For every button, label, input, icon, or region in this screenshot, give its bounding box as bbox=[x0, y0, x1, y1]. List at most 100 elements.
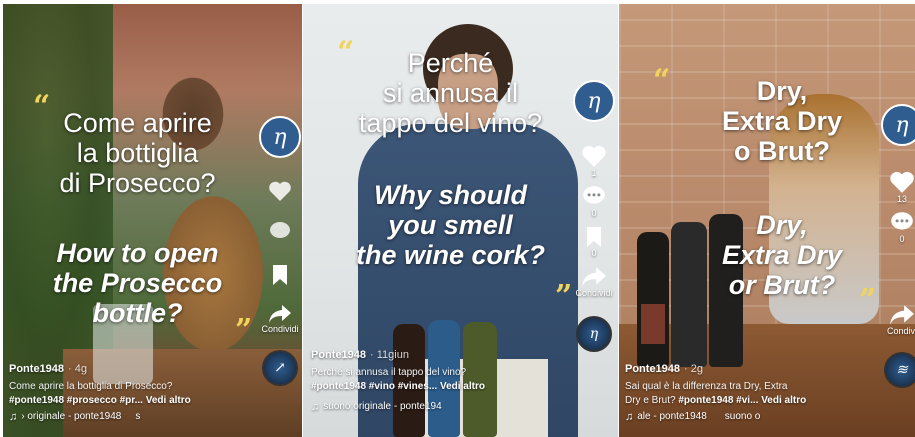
video-panel-1[interactable]: “ Come aprire la bottiglia di Prosecco? … bbox=[3, 4, 302, 437]
post-time: · 4g bbox=[68, 363, 87, 375]
bottle-label bbox=[641, 304, 665, 344]
music-disc[interactable]: ↗ bbox=[262, 350, 298, 386]
post-time: · 2g bbox=[684, 363, 703, 375]
overlay-line: How to open bbox=[56, 238, 219, 268]
video-info: Ponte1948 · 4g Come aprire la bottiglia d… bbox=[9, 362, 254, 424]
share-button[interactable]: Condivi bbox=[887, 304, 915, 336]
share-label: Condividi bbox=[261, 324, 299, 334]
disc-logo-icon: ≋ bbox=[896, 362, 908, 378]
overlay-line: la bottiglia bbox=[76, 138, 199, 168]
like-button[interactable]: 13 bbox=[889, 170, 915, 204]
heart-icon bbox=[269, 181, 291, 201]
overlay-line: or Brut? bbox=[728, 270, 836, 300]
share-label: Condivi bbox=[886, 326, 915, 336]
sound-name-suffix: s bbox=[135, 411, 141, 422]
see-more-link[interactable]: Vedi altro bbox=[761, 395, 806, 406]
author-row: Ponte1948 · 4g bbox=[9, 362, 254, 376]
hashtags[interactable]: #ponte1948 #prosecco #pr... bbox=[9, 395, 143, 406]
post-time: · 11giun bbox=[370, 349, 409, 361]
overlay-line: you smell bbox=[388, 210, 513, 240]
overlay-line: tappo del vino? bbox=[358, 108, 543, 138]
overlay-line: Perché bbox=[407, 48, 494, 78]
hashtags-row: Dry e Brut? #ponte1948 #vi... Vedi altro bbox=[625, 394, 865, 408]
overlay-english: Dry, Extra Dry or Brut? bbox=[679, 210, 885, 300]
overlay-line: Why should bbox=[374, 180, 527, 210]
profile-avatar[interactable]: η bbox=[259, 116, 301, 158]
sound-row[interactable]: ♫ ale - ponte1948 suono o bbox=[625, 410, 865, 424]
save-button[interactable] bbox=[271, 264, 289, 286]
disc-logo-icon: η bbox=[589, 326, 599, 342]
video-info: Ponte1948 · 2g Sai qual è la differenza t… bbox=[625, 362, 865, 424]
quote-open-icon: “ bbox=[653, 63, 671, 98]
hashtags[interactable]: #ponte1948 #vino #vines... bbox=[311, 381, 437, 392]
overlay-line: Extra Dry bbox=[721, 106, 843, 136]
video-caption: Sai qual è la differenza tra Dry, Extra bbox=[625, 381, 788, 392]
quote-close-icon: ” bbox=[859, 283, 877, 318]
hashtags[interactable]: #ponte1948 #vi... bbox=[678, 395, 758, 406]
share-button[interactable]: Condividi bbox=[575, 266, 613, 298]
quote-close-icon: ” bbox=[235, 313, 253, 348]
comment-icon bbox=[891, 212, 913, 230]
share-arrow-icon bbox=[582, 267, 606, 287]
music-disc[interactable]: η bbox=[576, 316, 612, 352]
action-rail: η 13 0 Condivi ≋ bbox=[881, 104, 915, 388]
save-button[interactable]: 0 bbox=[585, 226, 603, 258]
overlay-italian: Perché si annusa il tappo del vino? bbox=[323, 48, 578, 138]
overlay-italian: Come aprire la bottiglia di Prosecco? bbox=[3, 108, 282, 198]
like-button[interactable]: 1 bbox=[581, 144, 607, 178]
sound-name-suffix: suono o bbox=[724, 411, 761, 422]
sound-row[interactable]: ♫ suono originale - ponte194 bbox=[311, 400, 561, 414]
like-button[interactable] bbox=[268, 180, 292, 202]
comment-count: 0 bbox=[591, 208, 597, 218]
see-more-link[interactable]: Vedi altro bbox=[146, 395, 191, 406]
hashtags-row: #ponte1948 #prosecco #pr... Vedi altro bbox=[9, 394, 254, 408]
share-arrow-icon bbox=[269, 305, 291, 323]
music-disc[interactable]: ≋ bbox=[884, 352, 915, 388]
video-caption-cont: Dry e Brut? bbox=[625, 395, 676, 406]
overlay-line: the Prosecco bbox=[52, 268, 223, 298]
save-count: 0 bbox=[591, 248, 597, 258]
overlay-line: Extra Dry bbox=[721, 240, 843, 270]
author-name[interactable]: Ponte1948 bbox=[625, 363, 680, 375]
video-panel-2[interactable]: “ Perché si annusa il tappo del vino? Wh… bbox=[303, 4, 618, 437]
wine-bottle bbox=[637, 232, 669, 367]
like-count: 1 bbox=[591, 168, 597, 178]
action-rail: η Condividi ↗ bbox=[259, 116, 301, 386]
music-note-icon: ♫ bbox=[9, 411, 18, 423]
overlay-line: Come aprire bbox=[63, 108, 212, 138]
overlay-line: the wine cork? bbox=[355, 240, 546, 270]
overlay-line: di Prosecco? bbox=[59, 168, 216, 198]
music-note-icon: ♫ bbox=[625, 411, 634, 423]
author-name[interactable]: Ponte1948 bbox=[311, 349, 366, 361]
overlay-line: Dry, bbox=[756, 210, 808, 240]
overlay-italian: Dry, Extra Dry o Brut? bbox=[679, 76, 885, 166]
action-rail: η 1 0 0 Condividi η bbox=[573, 80, 615, 352]
share-label: Condividi bbox=[575, 288, 613, 298]
profile-avatar[interactable]: η bbox=[573, 80, 615, 122]
sound-row[interactable]: ♫ › originale - ponte1948 s bbox=[9, 410, 254, 424]
disc-logo-icon: ↗ bbox=[274, 360, 286, 376]
share-button[interactable]: Condividi bbox=[261, 304, 299, 334]
overlay-line: o Brut? bbox=[734, 136, 830, 166]
video-feed-strip: “ Come aprire la bottiglia di Prosecco? … bbox=[0, 0, 915, 437]
bookmark-icon bbox=[273, 265, 287, 285]
comment-button[interactable] bbox=[268, 220, 292, 242]
author-row: Ponte1948 · 11giun bbox=[311, 348, 561, 362]
comment-icon bbox=[270, 222, 290, 238]
like-count: 13 bbox=[896, 194, 907, 204]
hashtags-row: #ponte1948 #vino #vines... Vedi altro bbox=[311, 380, 561, 394]
sound-name: › originale - ponte1948 bbox=[21, 411, 122, 422]
video-info: Ponte1948 · 11giun Perché si annusa il ta… bbox=[311, 348, 561, 414]
comment-button[interactable]: 0 bbox=[581, 184, 607, 218]
video-panel-3[interactable]: “ Dry, Extra Dry o Brut? Dry, Extra Dry … bbox=[619, 4, 915, 437]
bookmark-icon bbox=[587, 227, 601, 247]
see-more-link[interactable]: Vedi altro bbox=[440, 381, 485, 392]
sound-name: ale - ponte1948 bbox=[637, 411, 707, 422]
comment-button[interactable]: 0 bbox=[889, 210, 915, 244]
video-caption: Come aprire la bottiglia di Prosecco? bbox=[9, 381, 173, 392]
author-row: Ponte1948 · 2g bbox=[625, 362, 865, 376]
heart-icon bbox=[890, 171, 914, 193]
profile-avatar[interactable]: η bbox=[881, 104, 915, 146]
author-name[interactable]: Ponte1948 bbox=[9, 363, 64, 375]
overlay-line: Dry, bbox=[756, 76, 808, 106]
